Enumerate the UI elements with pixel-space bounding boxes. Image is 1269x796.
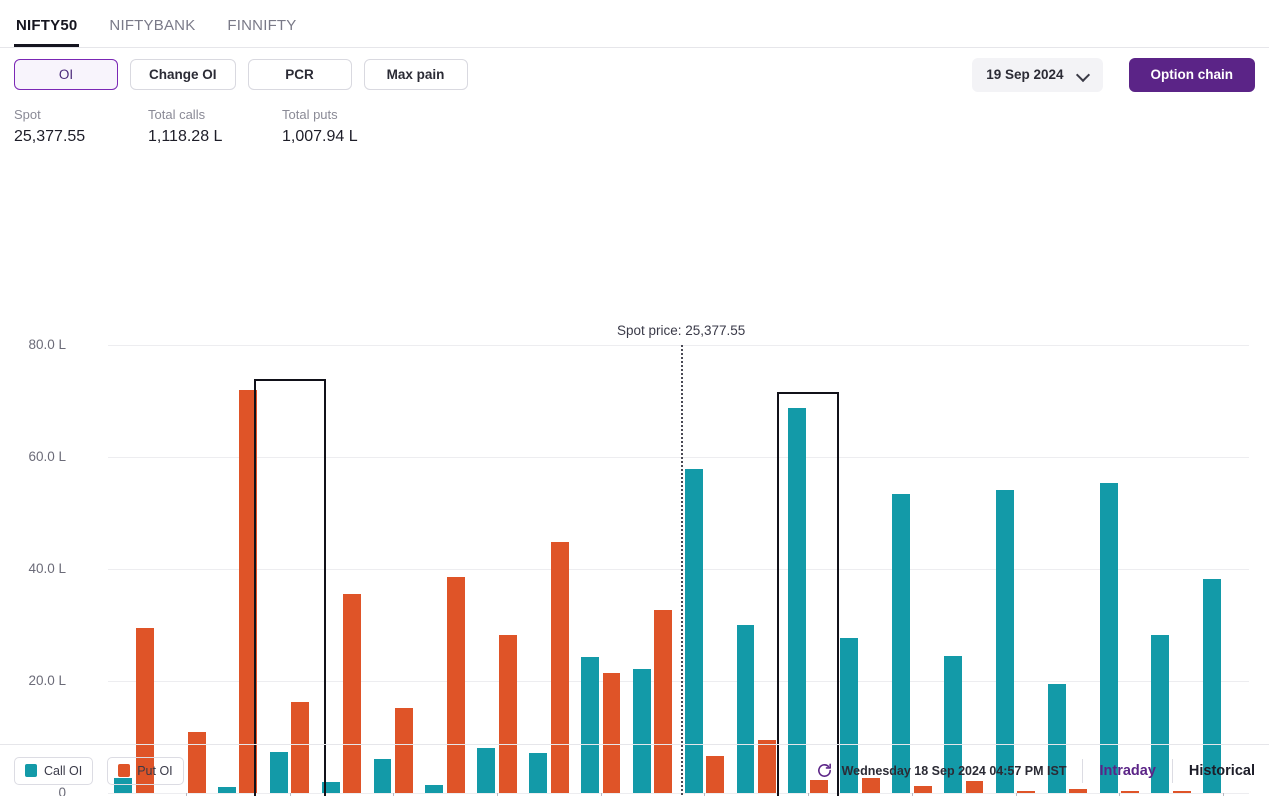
- call-oi-color-swatch: [25, 764, 37, 777]
- tab-finnifty[interactable]: FINNIFTY: [225, 18, 298, 47]
- legend-label-put-oi: Put OI: [137, 763, 173, 778]
- tab-nifty50[interactable]: NIFTY50: [14, 18, 80, 47]
- footer-divider-1: [1082, 758, 1084, 783]
- refresh-icon[interactable]: [816, 762, 833, 779]
- footer-divider-2: [1171, 758, 1173, 783]
- highlighted-strike-box[interactable]: [253, 379, 326, 796]
- y-axis-tick-label: 80.0 L: [28, 337, 66, 352]
- option-chain-button[interactable]: Option chain: [1128, 57, 1255, 92]
- put-oi-color-swatch: [118, 764, 131, 777]
- y-axis-tick-label: 20.0 L: [28, 673, 66, 688]
- footer-mode-intraday[interactable]: Intraday: [1099, 763, 1155, 779]
- oi-chart: 020.0 L40.0 L60.0 L80.0 L24,90025,00025,…: [0, 149, 1269, 796]
- legend-label-call-oi: Call OI: [44, 763, 83, 778]
- footer-mode-historical[interactable]: Historical: [1189, 763, 1255, 779]
- tab-niftybank[interactable]: NIFTYBANK: [107, 18, 197, 47]
- index-tabbar: NIFTY50 NIFTYBANK FINNIFTY: [0, 0, 1269, 48]
- highlighted-strike-box[interactable]: [777, 392, 840, 796]
- stat-total-calls-value: 1,118.28 L: [148, 128, 223, 145]
- spot-price-line: [681, 345, 684, 795]
- expiry-date-value: 19 Sep 2024: [986, 67, 1064, 82]
- y-axis-tick-label: 40.0 L: [28, 561, 66, 576]
- oi-chart-plot-area[interactable]: 020.0 L40.0 L60.0 L80.0 L24,90025,00025,…: [28, 323, 1249, 796]
- stat-spot-label: Spot: [14, 107, 41, 122]
- metric-chip-max-pain[interactable]: Max pain: [363, 59, 468, 90]
- metric-chip-change-oi[interactable]: Change OI: [130, 59, 236, 90]
- metric-chip-oi[interactable]: OI: [14, 59, 118, 90]
- spot-price-label: Spot price: 25,377.55: [616, 323, 746, 338]
- last-updated-timestamp: Wednesday 18 Sep 2024 04:57 PM IST: [841, 763, 1067, 778]
- expiry-date-select[interactable]: 19 Sep 2024: [972, 57, 1103, 92]
- stat-total-puts-value: 1,007.94 L: [282, 128, 358, 145]
- chart-footer: Call OI Put OI Wednesday 18 Sep 2024 04:…: [0, 744, 1269, 796]
- stat-spot-value: 25,377.55: [14, 128, 86, 145]
- stat-total-puts-label: Total puts: [282, 107, 338, 122]
- chevron-down-icon: [1078, 69, 1089, 80]
- stat-total-calls-label: Total calls: [148, 107, 206, 122]
- summary-stats: Spot 25,377.55 Total calls 1,118.28 L To…: [0, 101, 1269, 149]
- y-axis-tick-label: 60.0 L: [28, 449, 66, 464]
- stat-total-puts: Total puts 1,007.94 L: [282, 105, 416, 149]
- legend-item-call-oi[interactable]: Call OI: [14, 756, 94, 785]
- metric-chip-pcr[interactable]: PCR: [247, 59, 352, 90]
- stat-spot: Spot 25,377.55: [14, 105, 148, 149]
- y-gridline: [108, 345, 1249, 346]
- controls-row: OI Change OI PCR Max pain 19 Sep 2024 Op…: [0, 48, 1269, 101]
- stat-total-calls: Total calls 1,118.28 L: [148, 105, 282, 149]
- legend-item-put-oi[interactable]: Put OI: [107, 756, 184, 785]
- chart-legend: Call OI Put OI: [14, 756, 184, 785]
